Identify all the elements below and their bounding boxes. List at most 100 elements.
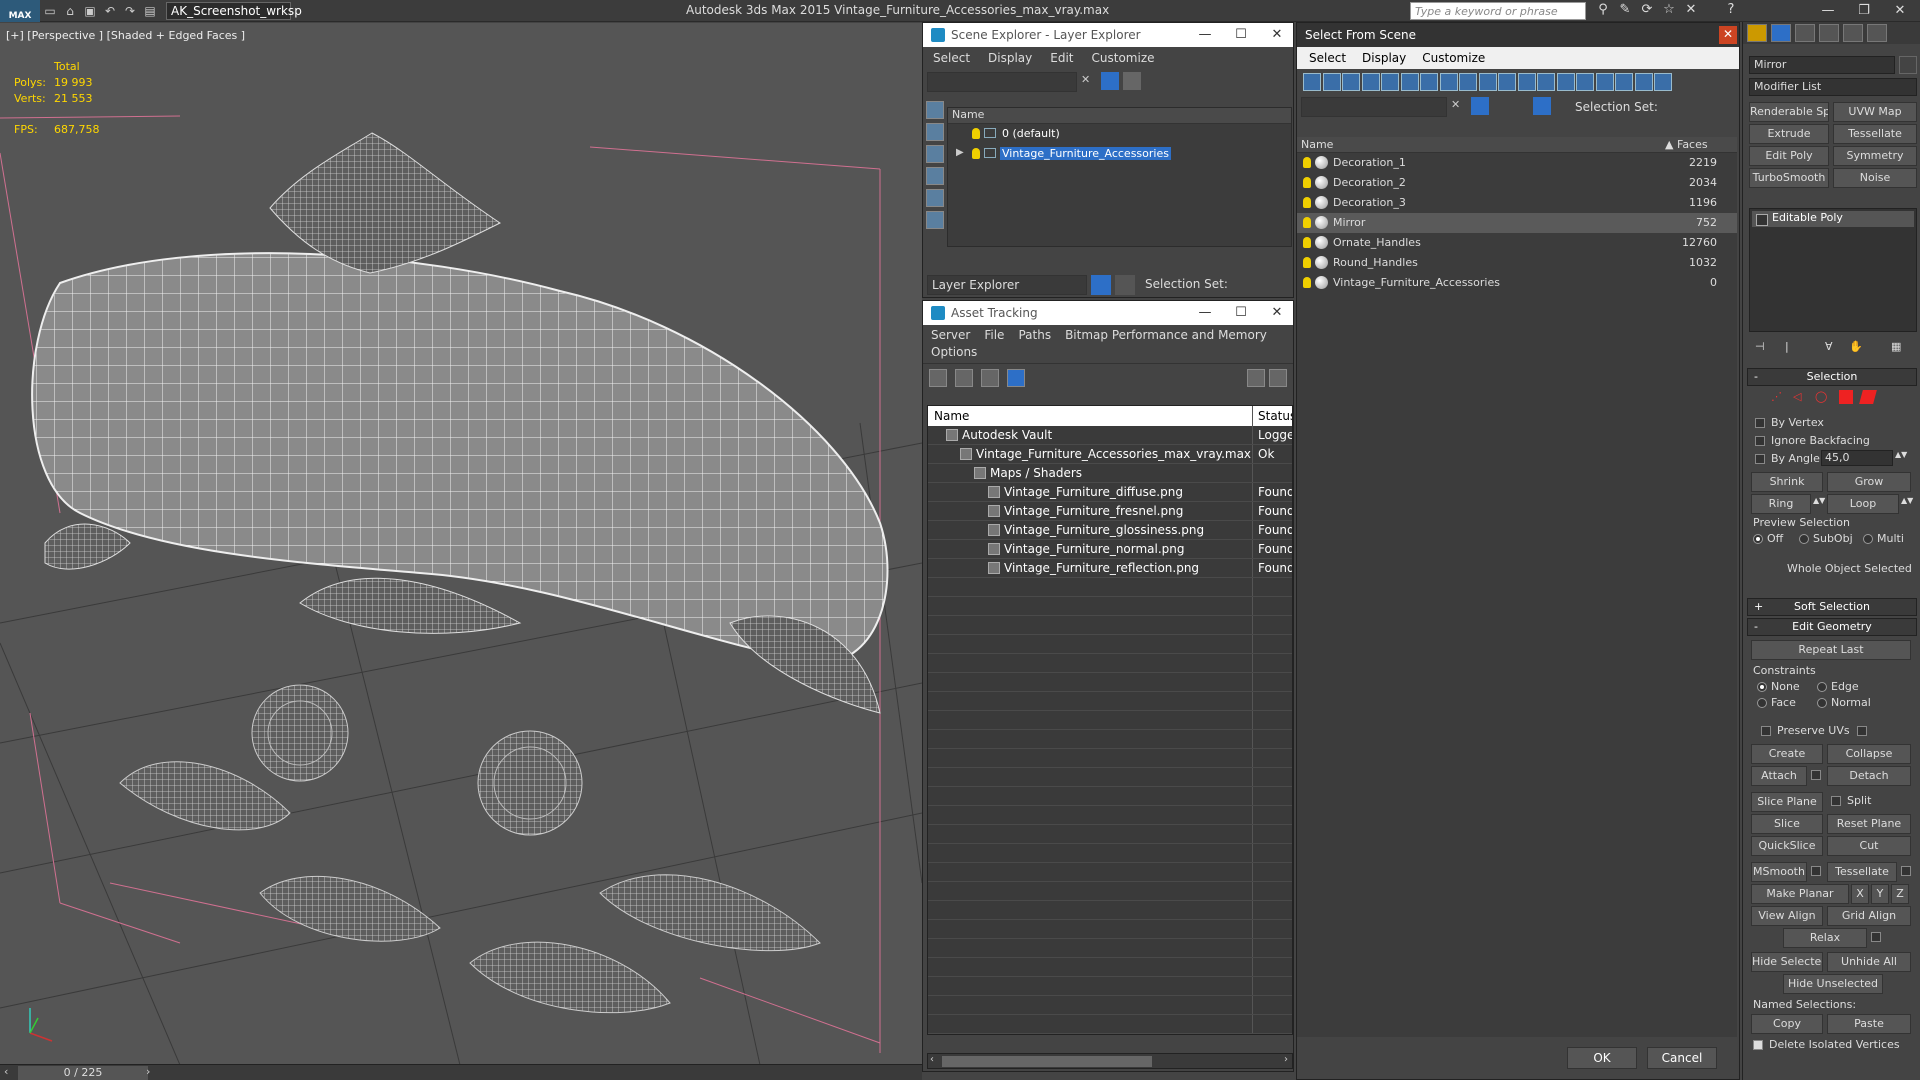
display-shapes-icon[interactable] — [926, 123, 944, 141]
time-slider[interactable]: 0 / 225 — [18, 1066, 148, 1080]
make-planar-button[interactable]: Make Planar — [1751, 884, 1849, 904]
col-status[interactable]: Status — [1258, 409, 1292, 423]
ring-button[interactable]: Ring — [1751, 494, 1811, 514]
symmetry-button[interactable]: Symmetry — [1833, 146, 1917, 166]
display-tab-icon[interactable] — [1843, 24, 1863, 42]
remove-modifier-icon[interactable]: ✋ — [1849, 340, 1863, 353]
object-row[interactable]: Mirror 752 — [1297, 213, 1737, 233]
slice-button[interactable]: Slice — [1751, 814, 1823, 834]
ss-find-input[interactable] — [1301, 97, 1447, 117]
preserve-uvs-checkbox[interactable] — [1761, 726, 1771, 736]
favorites-icon[interactable]: ☆ — [1660, 2, 1678, 20]
ss-menu-select[interactable]: Select — [1309, 51, 1346, 65]
select-scene-close-icon[interactable]: ✕ — [1719, 26, 1737, 44]
spacewarps-filter-icon[interactable] — [1400, 73, 1419, 91]
visibility-bulb-icon[interactable] — [1303, 177, 1311, 188]
tessellate-settings-icon[interactable] — [1901, 866, 1911, 876]
at-help-icon[interactable] — [1247, 369, 1265, 387]
slice-plane-button[interactable]: Slice Plane — [1751, 792, 1823, 812]
search-input[interactable]: Type a keyword or phrase — [1410, 2, 1586, 20]
create-button[interactable]: Create — [1751, 744, 1823, 764]
new-file-icon[interactable]: ▭ — [40, 2, 60, 20]
ss-filter-icon[interactable] — [1471, 97, 1489, 115]
se-menu-select[interactable]: Select — [933, 51, 970, 65]
col-name[interactable]: Name — [1301, 138, 1333, 151]
layer-row-default[interactable]: 0 (default) — [948, 124, 1291, 144]
noise-button[interactable]: Noise — [1833, 168, 1917, 188]
collapse-button[interactable]: Collapse — [1827, 744, 1911, 764]
hierarchy-tab-icon[interactable] — [1795, 24, 1815, 42]
asset-row[interactable]: Vintage_Furniture_glossiness.png Found — [928, 521, 1292, 540]
se-menu-display[interactable]: Display — [988, 51, 1032, 65]
quickslice-button[interactable]: QuickSlice — [1751, 836, 1823, 856]
visibility-bulb-icon[interactable] — [1303, 257, 1311, 268]
se-minimize-icon[interactable]: — — [1187, 23, 1223, 47]
se-maximize-icon[interactable]: ☐ — [1223, 23, 1259, 47]
display-lights-icon[interactable] — [926, 145, 944, 163]
binoculars-icon[interactable]: ⚲ — [1594, 2, 1612, 20]
scroll-left-icon[interactable]: ‹ — [930, 1054, 934, 1065]
cameras-filter-icon[interactable] — [1361, 73, 1380, 91]
at-close-icon[interactable]: ✕ — [1259, 301, 1295, 325]
asset-row[interactable]: Maps / Shaders — [928, 464, 1292, 483]
columns-filter-icon[interactable] — [1595, 73, 1614, 91]
ignore-backfacing-checkbox[interactable] — [1755, 436, 1765, 446]
split-checkbox[interactable] — [1831, 796, 1841, 806]
col-name[interactable]: Name — [934, 409, 969, 423]
timeline-next-icon[interactable]: › — [146, 1065, 150, 1078]
motion-tab-icon[interactable] — [1819, 24, 1839, 42]
relax-button[interactable]: Relax — [1783, 928, 1867, 948]
scroll-right-icon[interactable]: › — [1284, 1054, 1288, 1065]
visibility-bulb-icon[interactable] — [1303, 197, 1311, 208]
attach-settings-icon[interactable] — [1811, 770, 1821, 780]
planar-z-button[interactable]: Z — [1891, 884, 1909, 904]
se-filter-icon[interactable] — [1101, 72, 1119, 90]
collapse-filter-icon[interactable] — [1654, 73, 1672, 91]
asset-row[interactable]: Vintage_Furniture_fresnel.png Found — [928, 502, 1292, 521]
se-close-icon[interactable]: ✕ — [1259, 23, 1295, 47]
display-children-filter-icon[interactable] — [1634, 73, 1653, 91]
helpers-filter-icon[interactable] — [1381, 73, 1399, 91]
geometry-filter-icon[interactable] — [1303, 73, 1321, 91]
by-vertex-checkbox[interactable] — [1755, 418, 1765, 428]
shapes-filter-icon[interactable] — [1322, 73, 1341, 91]
at-menu-file[interactable]: File — [984, 328, 1004, 342]
object-row[interactable]: Decoration_2 2034 — [1297, 173, 1737, 193]
expand-arrow-icon[interactable]: ▶ — [956, 147, 964, 158]
uvw-map-button[interactable]: UVW Map — [1833, 102, 1917, 122]
invert-filter-icon[interactable] — [1537, 73, 1555, 91]
asset-row[interactable]: Autodesk Vault Logged — [928, 426, 1292, 445]
create-tab-icon[interactable] — [1747, 24, 1767, 42]
se-menu-customize[interactable]: Customize — [1092, 51, 1155, 65]
copy-button[interactable]: Copy — [1751, 1014, 1823, 1034]
pin-stack-icon[interactable]: ⊣ — [1755, 340, 1765, 353]
preview-off-radio[interactable] — [1753, 534, 1763, 544]
extrude-button[interactable]: Extrude — [1749, 124, 1829, 144]
none-filter-icon[interactable] — [1576, 73, 1594, 91]
edit-poly-button[interactable]: Edit Poly — [1749, 146, 1829, 166]
angle-spinner-arrows-icon[interactable]: ▲▼ — [1895, 450, 1907, 466]
help-icon[interactable]: ? — [1722, 2, 1740, 20]
se-menu-edit[interactable]: Edit — [1050, 51, 1073, 65]
lights-filter-icon[interactable] — [1342, 73, 1360, 91]
list-view-icon[interactable] — [955, 369, 973, 387]
stack-item-editable-poly[interactable]: Editable Poly — [1752, 211, 1914, 227]
object-row[interactable]: Decoration_3 1196 — [1297, 193, 1737, 213]
by-angle-checkbox[interactable] — [1755, 454, 1765, 464]
unhide-all-button[interactable]: Unhide All — [1827, 952, 1911, 972]
visibility-bulb-icon[interactable] — [1303, 217, 1311, 228]
tools-icon[interactable]: ✎ — [1616, 2, 1634, 20]
modify-tab-icon[interactable] — [1771, 24, 1791, 42]
tessellate-mod-button[interactable]: Tessellate — [1833, 124, 1917, 144]
restore-icon[interactable]: ❐ — [1846, 0, 1882, 22]
hide-selected-button[interactable]: Hide Selected — [1751, 952, 1823, 972]
ss-selset-icon[interactable] — [1533, 97, 1551, 115]
renderable-spline-button[interactable]: Renderable Spline — [1749, 102, 1829, 122]
exchange-icon[interactable]: ✕ — [1682, 2, 1700, 20]
detach-button[interactable]: Detach — [1827, 766, 1911, 786]
scrollbar-thumb[interactable] — [942, 1056, 1152, 1067]
delete-isolated-checkbox[interactable] — [1753, 1040, 1763, 1050]
vertex-mode-icon[interactable]: ⋰ — [1771, 390, 1785, 404]
polygon-mode-icon[interactable] — [1839, 390, 1853, 404]
angle-spinner[interactable]: 45,0 — [1821, 450, 1893, 466]
